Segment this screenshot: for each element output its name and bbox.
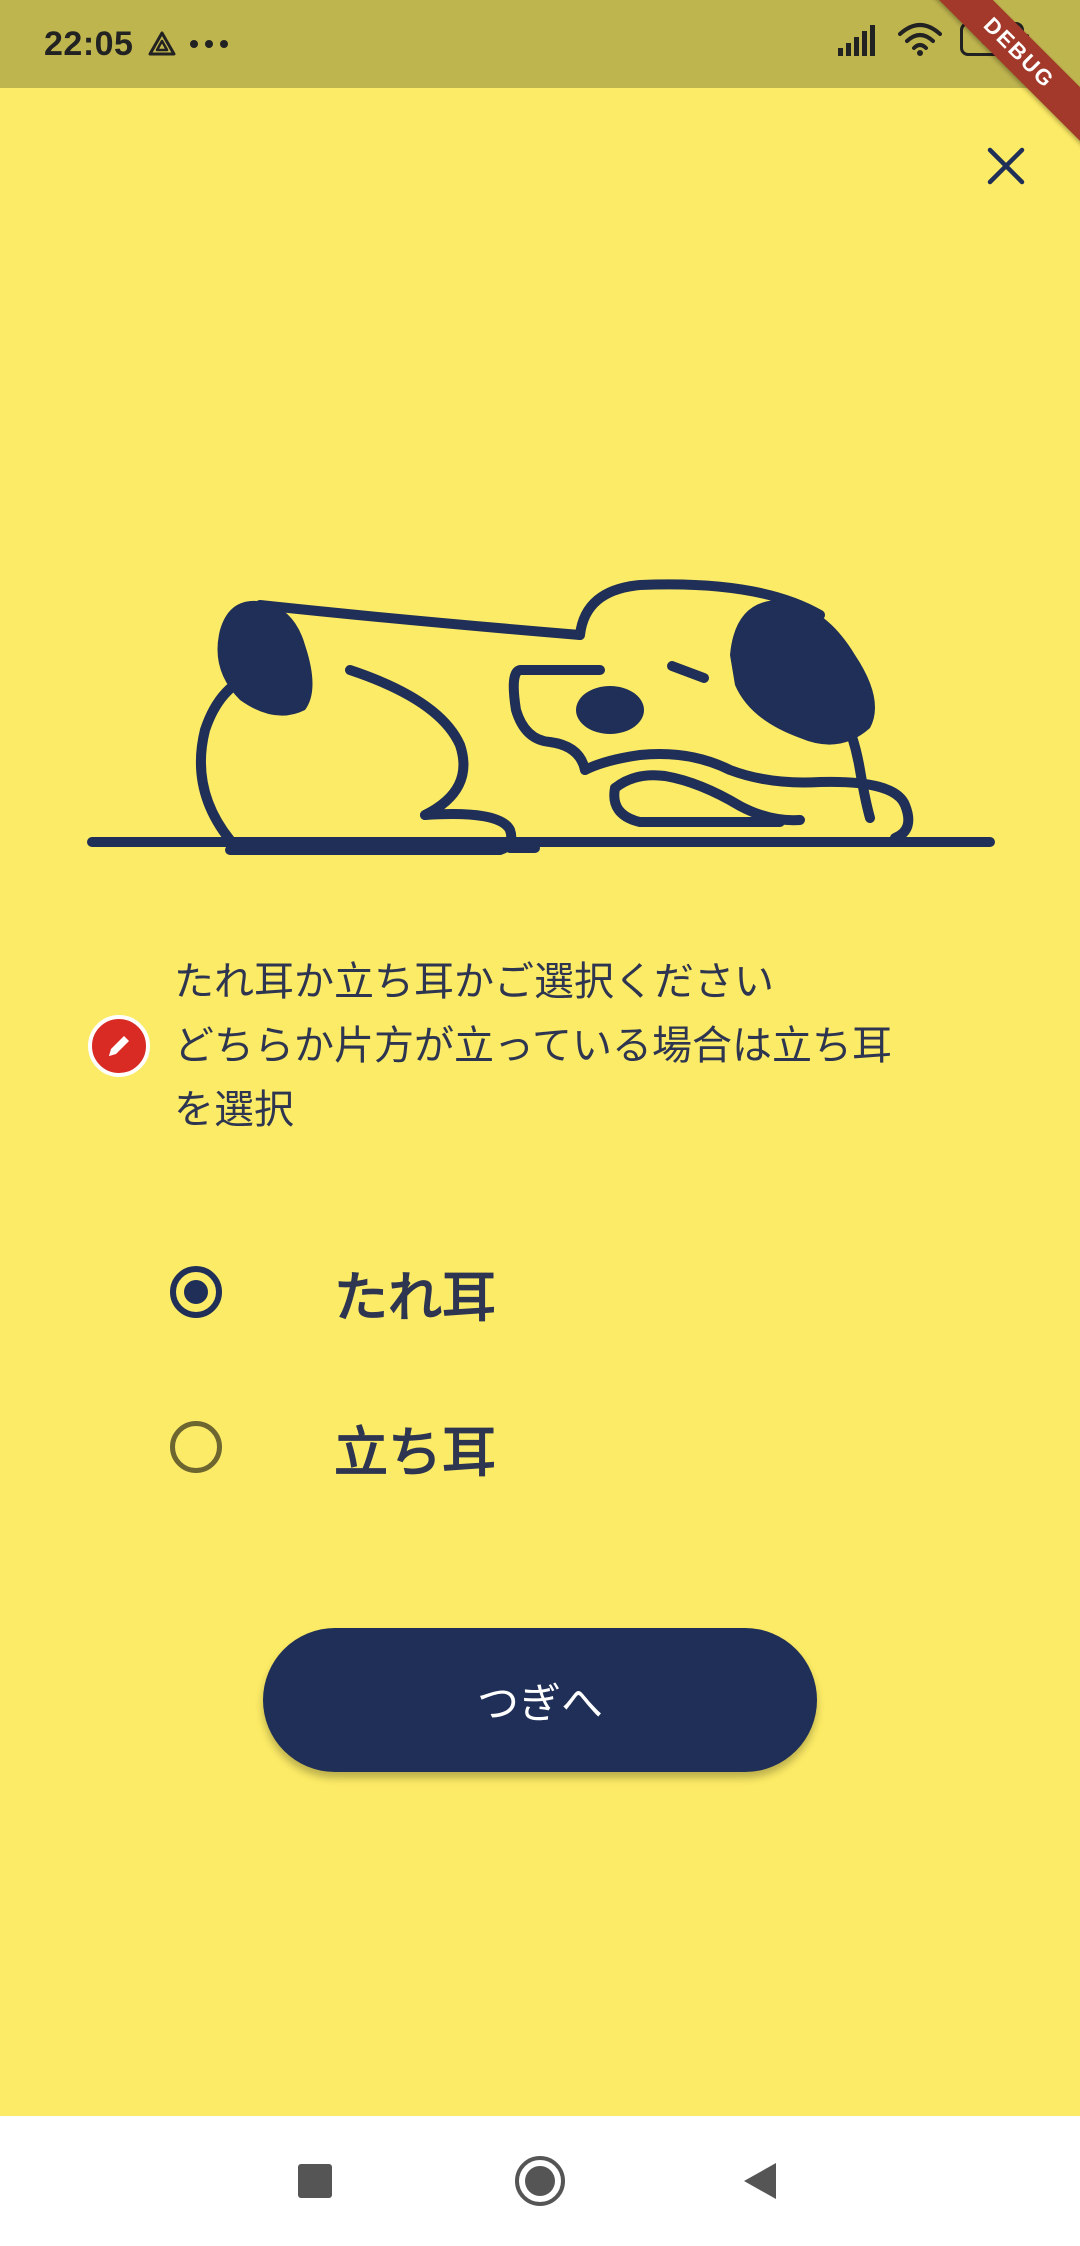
dog-left-ear xyxy=(217,600,313,716)
status-left: 22:05 xyxy=(44,25,229,64)
status-time: 22:05 xyxy=(44,24,134,63)
wifi-icon xyxy=(898,23,942,56)
edit-badge xyxy=(88,1015,150,1077)
signal-icon xyxy=(838,25,875,56)
radio-label: 立ち耳 xyxy=(334,1420,496,1484)
battery-level: 34 xyxy=(980,27,1004,50)
status-bar: 22:05 34 xyxy=(0,0,1080,88)
pencil-icon xyxy=(109,1036,129,1056)
instruction-line: を選択 xyxy=(174,1087,294,1133)
recent-apps-button[interactable] xyxy=(280,2146,350,2216)
circle-icon xyxy=(515,2156,565,2206)
drive-triangle-icon xyxy=(148,31,176,56)
back-button[interactable] xyxy=(725,2146,795,2216)
radio-label: たれ耳 xyxy=(334,1265,496,1329)
sleeping-dog-illustration xyxy=(87,579,995,855)
radio-button-unselected[interactable] xyxy=(170,1421,222,1473)
navigation-bar xyxy=(0,2116,1080,2246)
instruction-text: たれ耳か立ち耳かご選択ください どちらか片方が立っている場合は立ち耳 を選択 xyxy=(174,950,892,1142)
radio-button-selected[interactable] xyxy=(170,1266,222,1318)
close-button[interactable] xyxy=(970,130,1042,202)
home-button[interactable] xyxy=(505,2146,575,2216)
radio-option-floppy-ears[interactable]: たれ耳 xyxy=(170,1237,870,1347)
back-triangle-icon xyxy=(744,2163,776,2199)
instruction-line: たれ耳か立ち耳かご選択ください xyxy=(174,959,774,1005)
close-icon xyxy=(987,147,1025,185)
next-button-label: つぎへ xyxy=(476,1678,603,1728)
next-button[interactable]: つぎへ xyxy=(263,1628,817,1772)
more-dots-icon xyxy=(190,40,229,48)
status-right: 34 xyxy=(838,22,1029,56)
dog-nose xyxy=(576,686,644,734)
instruction-line: どちらか片方が立っている場合は立ち耳 xyxy=(174,1023,892,1069)
radio-option-erect-ears[interactable]: 立ち耳 xyxy=(170,1392,870,1502)
dog-right-ear xyxy=(730,600,875,745)
square-icon xyxy=(298,2164,332,2198)
battery-icon: 34 xyxy=(960,22,1029,56)
instruction: たれ耳か立ち耳かご選択ください どちらか片方が立っている場合は立ち耳 を選択 xyxy=(88,950,1018,1142)
status-notification-icons xyxy=(147,30,229,58)
